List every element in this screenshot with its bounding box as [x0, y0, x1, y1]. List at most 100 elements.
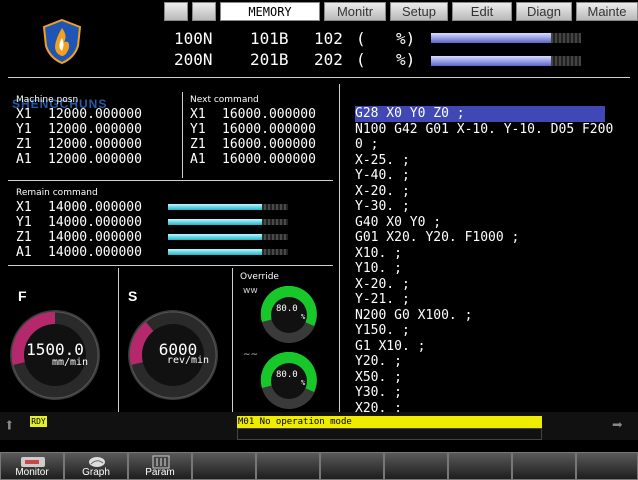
remain-a-axis: A1 [16, 245, 32, 260]
spindle2-paren: ( [356, 50, 366, 69]
feed-unit: mm/min [51, 357, 89, 368]
function-key-9[interactable] [512, 452, 576, 480]
program-listing[interactable]: G28 X0 Y0 Z0 ; N100 G42 G01 X-10. Y-10. … [355, 106, 613, 416]
rapid-override-unit: % [301, 313, 306, 321]
spindle-label: S [128, 288, 138, 304]
remain-a-value: 14000.000000 [48, 245, 142, 260]
spindle1-b: 101B [250, 29, 289, 48]
operation-message: M01 No operation mode [237, 416, 542, 428]
next-command-title: Next command [190, 95, 259, 105]
program-line[interactable]: Y-30. ; [355, 199, 605, 215]
graph-button[interactable]: Graph [64, 452, 128, 480]
function-key-6[interactable] [320, 452, 384, 480]
machine-pos-y-value: 12000.000000 [48, 122, 142, 137]
program-line[interactable]: G1 X10. ; [355, 339, 605, 355]
program-line[interactable]: X-20. ; [355, 277, 605, 293]
next-command-z-axis: Z1 [190, 137, 206, 152]
param-button[interactable]: Param [128, 452, 192, 480]
program-line[interactable]: X50. ; [355, 370, 605, 386]
program-line[interactable]: X-25. ; [355, 153, 605, 169]
tab-diagn[interactable]: Diagn [516, 2, 572, 21]
feed-override-gauge [260, 352, 317, 409]
program-line[interactable]: G40 X0 Y0 ; [355, 215, 605, 231]
program-line[interactable]: Y-40. ; [355, 168, 605, 184]
machine-pos-z-value: 12000.000000 [48, 137, 142, 152]
program-line[interactable]: Y30. ; [355, 385, 605, 401]
spindle1-n: 100N [174, 29, 213, 48]
monitor-label: Monitor [15, 467, 49, 478]
remain-y-axis: Y1 [16, 215, 32, 230]
remain-x-axis: X1 [16, 200, 32, 215]
remain-x-value: 14000.000000 [48, 200, 142, 215]
remain-divider [8, 265, 333, 266]
machine-pos-x-axis: X1 [16, 107, 32, 122]
machine-pos-y-axis: Y1 [16, 122, 32, 137]
spindle2-pct: %) [396, 50, 416, 69]
function-key-8[interactable] [448, 452, 512, 480]
right-arrow-icon[interactable]: ➡ [612, 415, 623, 436]
monitor-button[interactable]: Monitor [0, 452, 64, 480]
program-line[interactable]: N200 G0 X100. ; [355, 308, 605, 324]
spindle2-load-bar [431, 56, 581, 66]
rapid-override-gauge [260, 286, 317, 343]
tab-edit[interactable]: Edit [452, 2, 512, 21]
up-arrow-icon[interactable]: ⬆ [4, 415, 15, 436]
next-command-y-axis: Y1 [190, 122, 206, 137]
spindle1-pct: %) [396, 29, 416, 48]
remain-z-axis: Z1 [16, 230, 32, 245]
message-line-2 [237, 428, 542, 440]
graph-label: Graph [82, 467, 110, 478]
next-command-x-axis: X1 [190, 107, 206, 122]
pos-divider [8, 180, 333, 181]
shield-logo-icon [42, 18, 82, 64]
program-line[interactable]: X10. ; [355, 246, 605, 262]
pos-column-divider [182, 92, 183, 178]
machine-pos-a-axis: A1 [16, 152, 32, 167]
mode-indicator: MEMORY [220, 2, 320, 21]
spindle-unit: rev/min [166, 355, 210, 366]
program-line[interactable]: G01 X20. Y20. F1000 ; [355, 230, 605, 246]
spindle1-num: 102 [314, 29, 343, 48]
param-label: Param [145, 467, 175, 478]
remain-z-bar [168, 234, 288, 240]
spindle1-load-bar [431, 33, 581, 43]
spindle2-num: 202 [314, 50, 343, 69]
tab-mainte[interactable]: Mainte [576, 2, 638, 21]
function-key-10[interactable] [576, 452, 638, 480]
feed-override-value: 80.0 [276, 370, 298, 380]
function-key-4[interactable] [192, 452, 256, 480]
next-command-a-axis: A1 [190, 152, 206, 167]
feed-label: F [18, 288, 27, 304]
spindle-override-divider [232, 268, 233, 412]
program-line[interactable]: X-20. ; [355, 184, 605, 200]
program-line[interactable]: Y10. ; [355, 261, 605, 277]
remain-a-bar [168, 249, 288, 255]
program-line[interactable]: Y20. ; [355, 354, 605, 370]
machine-pos-title: Machine posn [16, 95, 79, 105]
remain-z-value: 14000.000000 [48, 230, 142, 245]
remain-command-title: Remain command [16, 188, 98, 198]
program-divider [339, 84, 340, 412]
tab-setup[interactable]: Setup [390, 2, 448, 21]
next-command-a-value: 16000.000000 [222, 152, 316, 167]
feed-spindle-divider [118, 268, 119, 412]
blank-tab-2[interactable] [192, 2, 216, 21]
blank-tab-1[interactable] [164, 2, 188, 21]
function-key-5[interactable] [256, 452, 320, 480]
machine-pos-x-value: 12000.000000 [48, 107, 142, 122]
override-title: Override [240, 272, 279, 282]
feed-override-unit: % [301, 379, 306, 387]
remain-x-bar [168, 204, 288, 210]
program-line[interactable]: 0 ; [355, 137, 605, 153]
program-line-current[interactable]: G28 X0 Y0 Z0 ; [355, 106, 605, 122]
program-line[interactable]: Y-21. ; [355, 292, 605, 308]
next-command-y-value: 16000.000000 [222, 122, 316, 137]
tab-monitr[interactable]: Monitr [324, 2, 386, 21]
next-command-x-value: 16000.000000 [222, 107, 316, 122]
remain-y-value: 14000.000000 [48, 215, 142, 230]
function-key-7[interactable] [384, 452, 448, 480]
remain-y-bar [168, 219, 288, 225]
program-line[interactable]: Y150. ; [355, 323, 605, 339]
program-line[interactable]: N100 G42 G01 X-10. Y-10. D05 F200 [355, 122, 613, 138]
header-divider [8, 77, 630, 78]
